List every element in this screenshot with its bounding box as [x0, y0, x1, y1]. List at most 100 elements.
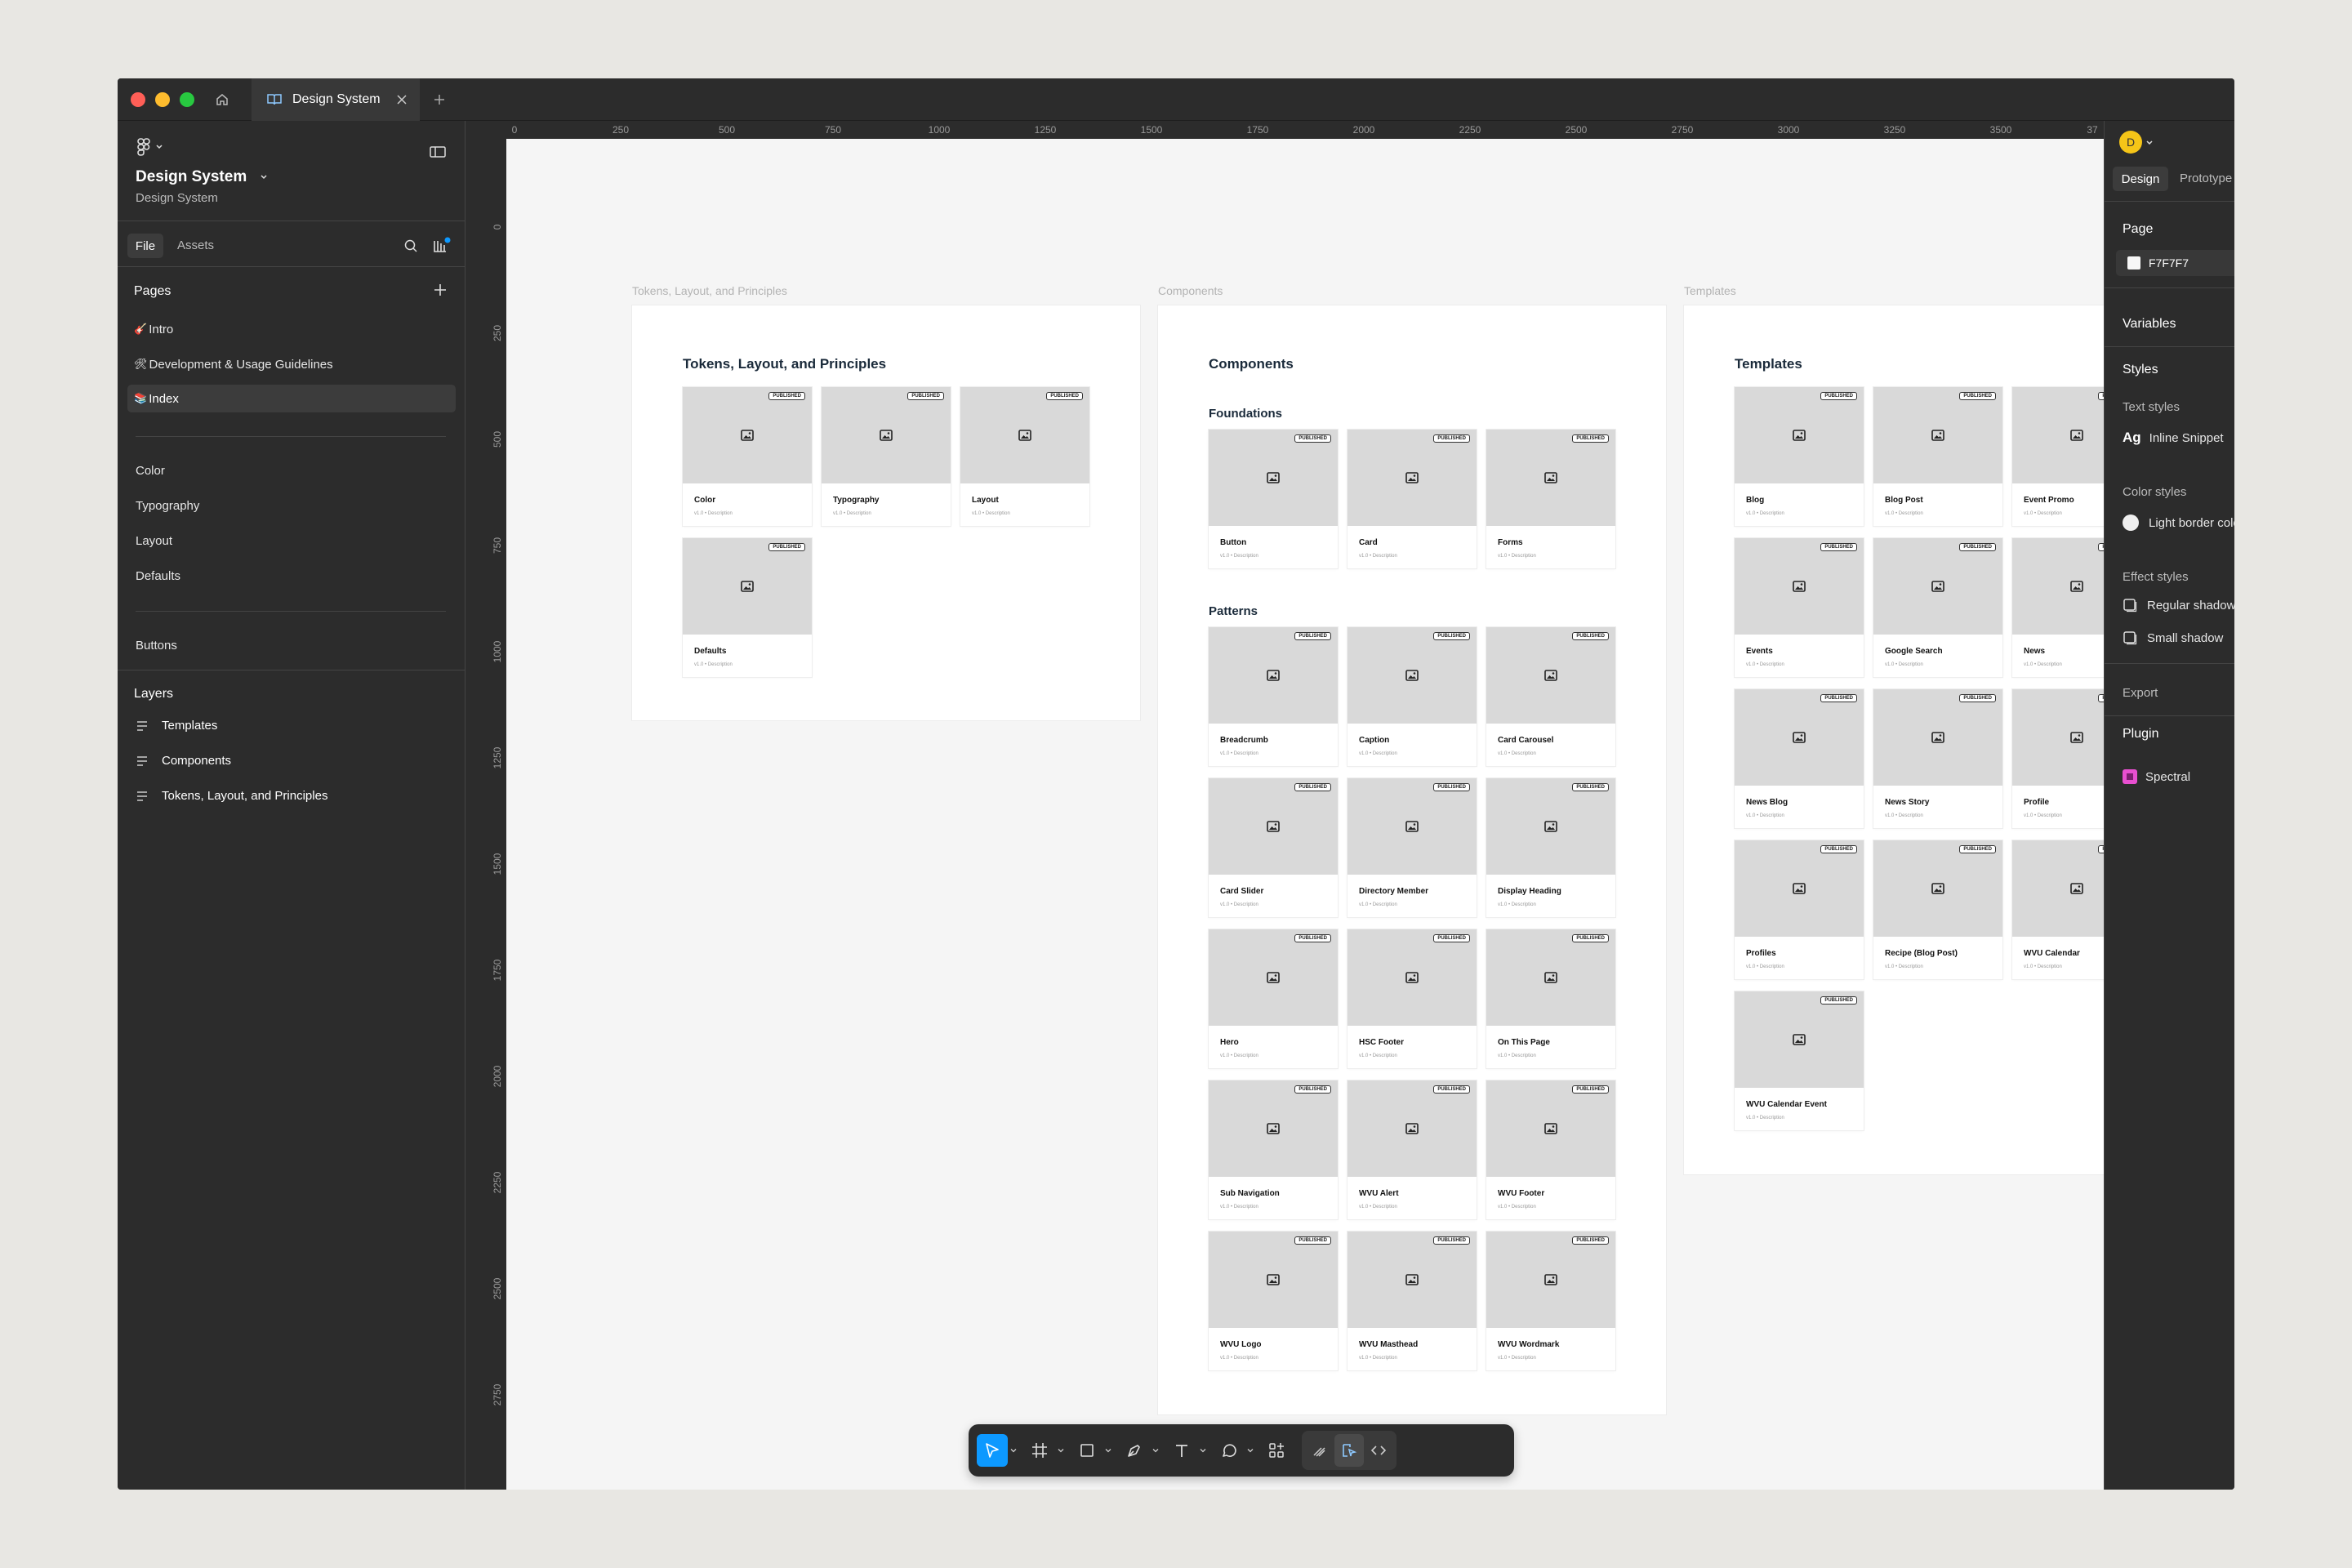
component-card[interactable]: PUBLISHED Google Search v1.0 • Description [1873, 538, 2002, 677]
component-card[interactable]: PUBLISHED Blog v1.0 • Description [1735, 387, 1864, 526]
move-tool-menu[interactable] [1008, 1434, 1019, 1467]
comment-tool-button[interactable] [1214, 1434, 1245, 1467]
move-tool-button[interactable] [977, 1434, 1008, 1467]
component-card[interactable]: PUBLISHED WVU Calendar v1.0 • Description [2012, 840, 2104, 979]
component-card[interactable]: PUBLISHED News v1.0 • Description [2012, 538, 2104, 677]
main-menu-button[interactable] [136, 137, 163, 157]
effect-style-small-shadow[interactable]: Small shadow [2123, 630, 2223, 645]
canvas[interactable]: 0 250 500 750 1000 1250 1500 1750 2000 2250 2500 27… [488, 121, 2104, 1490]
component-card[interactable]: PUBLISHED Card Slider v1.0 • Description [1209, 778, 1338, 917]
component-card[interactable]: PUBLISHED Profile v1.0 • Description [2012, 689, 2104, 828]
page-item-guidelines[interactable]: 🛠 Development & Usage Guidelines [134, 350, 444, 378]
component-card[interactable]: PUBLISHED Card v1.0 • Description [1348, 430, 1477, 568]
component-card[interactable]: PUBLISHED Breadcrumb v1.0 • Description [1209, 627, 1338, 766]
component-card[interactable]: PUBLISHED Color v1.0 • Description [683, 387, 812, 526]
component-card[interactable]: PUBLISHED WVU Masthead v1.0 • Description [1348, 1232, 1477, 1370]
page-item-index[interactable]: 📚 Index [127, 385, 456, 412]
chevron-down-icon[interactable] [2145, 139, 2154, 147]
component-card[interactable]: PUBLISHED WVU Footer v1.0 • Description [1486, 1080, 1615, 1219]
component-card[interactable]: PUBLISHED Profiles v1.0 • Description [1735, 840, 1864, 979]
close-window-button[interactable] [131, 92, 145, 107]
component-card[interactable]: PUBLISHED Button v1.0 • Description [1209, 430, 1338, 568]
component-card[interactable]: PUBLISHED Defaults v1.0 • Description [683, 538, 812, 677]
component-card[interactable]: PUBLISHED Directory Member v1.0 • Descript… [1348, 778, 1477, 917]
plugin-spectral[interactable]: Spectral [2123, 769, 2190, 784]
status-badge: PUBLISHED [1433, 632, 1470, 640]
tab-file[interactable]: File [127, 234, 163, 258]
page-color-field[interactable]: F7F7F7 [2116, 250, 2234, 276]
home-tab[interactable] [209, 87, 235, 113]
frame-label[interactable]: Templates [1684, 284, 1736, 297]
mode-switcher [1302, 1431, 1396, 1470]
draw-mode-button[interactable] [1305, 1434, 1334, 1467]
tab-design[interactable]: Design [2113, 167, 2168, 191]
effect-style-regular-shadow[interactable]: Regular shadow [2123, 598, 2234, 612]
component-card[interactable]: PUBLISHED WVU Calendar Event v1.0 • Descri… [1735, 991, 1864, 1130]
component-card[interactable]: PUBLISHED Hero v1.0 • Description [1209, 929, 1338, 1068]
text-tool-menu[interactable] [1197, 1434, 1209, 1467]
layer-tokens[interactable]: Tokens, Layout, and Principles [136, 789, 327, 803]
component-card[interactable]: PUBLISHED News Story v1.0 • Description [1873, 689, 2002, 828]
component-card[interactable]: PUBLISHED Recipe (Blog Post) v1.0 • Descri… [1873, 840, 2002, 979]
status-badge: PUBLISHED [1294, 1085, 1331, 1094]
pen-tool-button[interactable] [1119, 1434, 1150, 1467]
design-mode-button[interactable] [1334, 1434, 1364, 1467]
frame[interactable]: Tokens, Layout, and Principles PUBLISHED C… [632, 305, 1140, 720]
minimize-window-button[interactable] [155, 92, 170, 107]
component-card[interactable]: PUBLISHED Layout v1.0 • Description [960, 387, 1089, 526]
search-button[interactable] [403, 238, 418, 253]
pen-tool-menu[interactable] [1150, 1434, 1161, 1467]
component-card[interactable]: PUBLISHED Events v1.0 • Description [1735, 538, 1864, 677]
tab-assets[interactable]: Assets [177, 238, 214, 252]
component-card[interactable]: PUBLISHED WVU Alert v1.0 • Description [1348, 1080, 1477, 1219]
dev-mode-button[interactable] [1364, 1434, 1393, 1467]
page-item-intro[interactable]: 🎸 Intro [134, 315, 444, 343]
layer-components[interactable]: Components [136, 754, 231, 768]
frame-label[interactable]: Components [1158, 284, 1223, 297]
component-card[interactable]: PUBLISHED Typography v1.0 • Description [822, 387, 951, 526]
status-badge: PUBLISHED [1820, 543, 1857, 551]
variables-header[interactable]: Variables [2123, 317, 2176, 332]
page-link-layout[interactable]: Layout [136, 534, 172, 548]
frame[interactable]: Templates PUBLISHED Blog v1.0 • Description… [1684, 305, 2104, 1174]
component-card[interactable]: PUBLISHED HSC Footer v1.0 • Description [1348, 929, 1477, 1068]
component-card[interactable]: PUBLISHED News Blog v1.0 • Description [1735, 689, 1864, 828]
frame-tool-menu[interactable] [1055, 1434, 1067, 1467]
library-button[interactable] [433, 237, 451, 253]
comment-tool-menu[interactable] [1245, 1434, 1256, 1467]
page-link-typography[interactable]: Typography [136, 499, 199, 513]
page-link-buttons[interactable]: Buttons [136, 639, 177, 653]
close-tab-button[interactable] [392, 90, 412, 109]
layer-templates[interactable]: Templates [136, 719, 217, 733]
add-page-button[interactable] [433, 283, 448, 297]
component-card[interactable]: PUBLISHED Caption v1.0 • Description [1348, 627, 1477, 766]
frame-label[interactable]: Tokens, Layout, and Principles [632, 284, 787, 297]
shape-tool-menu[interactable] [1102, 1434, 1114, 1467]
toggle-sidebar-button[interactable] [430, 145, 446, 158]
frame[interactable]: Components Foundations PUBLISHED Button v1.0… [1158, 305, 1666, 1414]
color-style-light-border[interactable]: Light border color [2123, 514, 2234, 531]
page-link-defaults[interactable]: Defaults [136, 569, 180, 583]
avatar[interactable]: D [2119, 131, 2142, 154]
export-header[interactable]: Export [2123, 686, 2158, 700]
component-card[interactable]: PUBLISHED Display Heading v1.0 • Descripti… [1486, 778, 1615, 917]
text-style-inline-snippet[interactable]: Ag Inline Snippet [2123, 430, 2224, 446]
frame-tool-button[interactable] [1024, 1434, 1055, 1467]
file-name-button[interactable]: Design System [136, 168, 268, 186]
page-link-color[interactable]: Color [136, 464, 165, 478]
component-card[interactable]: PUBLISHED WVU Logo v1.0 • Description [1209, 1232, 1338, 1370]
component-card[interactable]: PUBLISHED On This Page v1.0 • Description [1486, 929, 1615, 1068]
tab-prototype[interactable]: Prototype [2180, 172, 2232, 185]
text-tool-button[interactable] [1166, 1434, 1197, 1467]
component-card[interactable]: PUBLISHED WVU Wordmark v1.0 • Description [1486, 1232, 1615, 1370]
maximize-window-button[interactable] [180, 92, 194, 107]
component-card[interactable]: PUBLISHED Event Promo v1.0 • Description [2012, 387, 2104, 526]
component-card[interactable]: PUBLISHED Sub Navigation v1.0 • Descriptio… [1209, 1080, 1338, 1219]
tab-design-system[interactable]: Design System [252, 78, 420, 121]
component-card[interactable]: PUBLISHED Blog Post v1.0 • Description [1873, 387, 2002, 526]
shape-tool-button[interactable] [1071, 1434, 1102, 1467]
actions-button[interactable] [1261, 1434, 1292, 1467]
component-card[interactable]: PUBLISHED Card Carousel v1.0 • Description [1486, 627, 1615, 766]
component-card[interactable]: PUBLISHED Forms v1.0 • Description [1486, 430, 1615, 568]
new-tab-button[interactable] [430, 90, 449, 109]
